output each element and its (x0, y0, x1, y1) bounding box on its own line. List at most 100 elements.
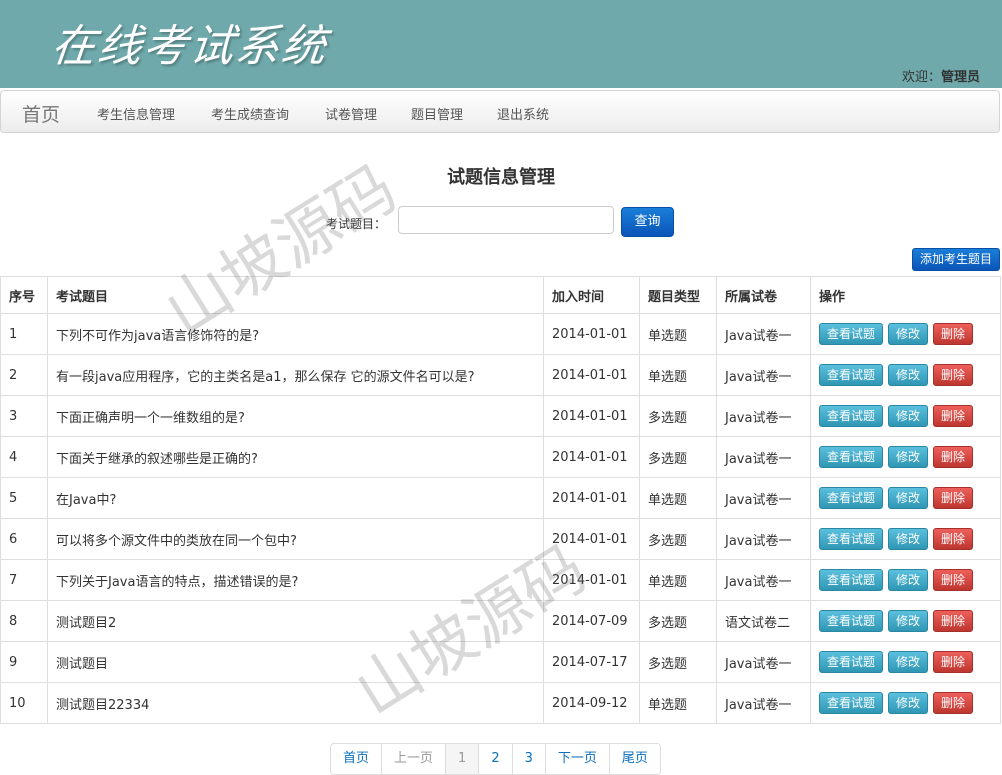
cell-date: 2014-07-17 (543, 641, 640, 683)
view-question-button[interactable]: 查看试题 (819, 610, 883, 632)
col-header-title: 考试题目 (47, 276, 544, 314)
view-question-button[interactable]: 查看试题 (819, 364, 883, 386)
cell-no: 4 (0, 436, 48, 478)
view-question-button[interactable]: 查看试题 (819, 528, 883, 550)
search-button[interactable]: 查询 (621, 207, 674, 237)
pager-page-2[interactable]: 2 (478, 744, 512, 774)
pagination: 首页 上一页 1 2 3 下一页 尾页 (330, 743, 661, 775)
delete-question-button[interactable]: 删除 (933, 364, 973, 386)
nav-item-student-info[interactable]: 考生信息管理 (97, 104, 175, 123)
welcome-text: 欢迎：管理员 (902, 66, 980, 85)
view-question-button[interactable]: 查看试题 (819, 692, 883, 714)
cell-type: 多选题 (639, 395, 717, 437)
cell-date: 2014-01-01 (543, 354, 640, 396)
view-question-button[interactable]: 查看试题 (819, 487, 883, 509)
cell-date: 2014-09-12 (543, 682, 640, 724)
pager-page-1[interactable]: 1 (445, 744, 479, 774)
cell-title: 测试题目22334 (47, 682, 544, 724)
edit-question-button[interactable]: 修改 (888, 528, 928, 550)
delete-question-button[interactable]: 删除 (933, 692, 973, 714)
table-row: 4 下面关于继承的叙述哪些是正确的? 2014-01-01 多选题 Java试卷一 查看试… (0, 436, 1001, 478)
edit-question-button[interactable]: 修改 (888, 364, 928, 386)
cell-type: 多选题 (639, 518, 717, 560)
cell-no: 2 (0, 354, 48, 396)
cell-title: 下列关于Java语言的特点，描述错误的是? (47, 559, 544, 601)
cell-paper: 语文试卷二 (716, 600, 811, 642)
cell-title: 在Java中? (47, 477, 544, 519)
nav-item-logout[interactable]: 退出系统 (497, 104, 549, 123)
pager-next[interactable]: 下一页 (544, 744, 609, 774)
view-question-button[interactable]: 查看试题 (819, 405, 883, 427)
cell-paper: Java试卷一 (716, 518, 811, 560)
cell-title: 测试题目2 (47, 600, 544, 642)
table-row: 9 测试题目 2014-07-17 多选题 Java试卷一 查看试题 修改 删除 (0, 641, 1001, 683)
pager-first[interactable]: 首页 (331, 744, 382, 774)
pager-prev[interactable]: 上一页 (381, 744, 446, 774)
cell-paper: Java试卷一 (716, 559, 811, 601)
cell-paper: Java试卷一 (716, 313, 811, 355)
question-table: 序号 考试题目 加入时间 题目类型 所属试卷 操作 1 下列不可作为java语言修… (0, 276, 1001, 724)
cell-type: 单选题 (639, 313, 717, 355)
edit-question-button[interactable]: 修改 (888, 487, 928, 509)
cell-no: 7 (0, 559, 48, 601)
view-question-button[interactable]: 查看试题 (819, 651, 883, 673)
delete-question-button[interactable]: 删除 (933, 323, 973, 345)
delete-question-button[interactable]: 删除 (933, 487, 973, 509)
table-row: 8 测试题目2 2014-07-09 多选题 语文试卷二 查看试题 修改 删除 (0, 600, 1001, 642)
nav-item-score-query[interactable]: 考生成绩查询 (211, 104, 289, 123)
cell-type: 多选题 (639, 641, 717, 683)
col-header-paper: 所属试卷 (716, 276, 811, 314)
search-label: 考试题目： (326, 217, 387, 231)
cell-date: 2014-01-01 (543, 313, 640, 355)
col-header-type: 题目类型 (639, 276, 717, 314)
cell-actions: 查看试题 修改 删除 (810, 641, 1001, 683)
cell-paper: Java试卷一 (716, 395, 811, 437)
edit-question-button[interactable]: 修改 (888, 692, 928, 714)
nav-item-paper-manage[interactable]: 试卷管理 (325, 104, 377, 123)
cell-no: 10 (0, 682, 48, 724)
cell-actions: 查看试题 修改 删除 (810, 600, 1001, 642)
delete-question-button[interactable]: 删除 (933, 610, 973, 632)
edit-question-button[interactable]: 修改 (888, 610, 928, 632)
edit-question-button[interactable]: 修改 (888, 651, 928, 673)
pager-last[interactable]: 尾页 (608, 744, 660, 774)
delete-question-button[interactable]: 删除 (933, 569, 973, 591)
table-row: 3 下面正确声明一个一维数组的是? 2014-01-01 多选题 Java试卷一 查看试题… (0, 395, 1001, 437)
view-question-button[interactable]: 查看试题 (819, 446, 883, 468)
edit-question-button[interactable]: 修改 (888, 446, 928, 468)
cell-actions: 查看试题 修改 删除 (810, 313, 1001, 355)
cell-type: 单选题 (639, 477, 717, 519)
cell-type: 单选题 (639, 559, 717, 601)
cell-no: 8 (0, 600, 48, 642)
cell-date: 2014-01-01 (543, 436, 640, 478)
cell-date: 2014-01-01 (543, 395, 640, 437)
cell-no: 6 (0, 518, 48, 560)
search-input[interactable] (398, 206, 614, 234)
cell-paper: Java试卷一 (716, 641, 811, 683)
cell-paper: Java试卷一 (716, 436, 811, 478)
delete-question-button[interactable]: 删除 (933, 446, 973, 468)
delete-question-button[interactable]: 删除 (933, 651, 973, 673)
main-navbar: 首页 考生信息管理 考生成绩查询 试卷管理 题目管理 退出系统 (0, 90, 1000, 133)
delete-question-button[interactable]: 删除 (933, 528, 973, 550)
cell-actions: 查看试题 修改 删除 (810, 395, 1001, 437)
edit-question-button[interactable]: 修改 (888, 569, 928, 591)
view-question-button[interactable]: 查看试题 (819, 569, 883, 591)
cell-paper: Java试卷一 (716, 477, 811, 519)
delete-question-button[interactable]: 删除 (933, 405, 973, 427)
nav-item-question-manage[interactable]: 题目管理 (411, 104, 463, 123)
cell-no: 5 (0, 477, 48, 519)
nav-home-link[interactable]: 首页 (22, 100, 60, 127)
view-question-button[interactable]: 查看试题 (819, 323, 883, 345)
cell-title: 有一段java应用程序，它的主类名是a1，那么保存 它的源文件名可以是? (47, 354, 544, 396)
cell-actions: 查看试题 修改 删除 (810, 436, 1001, 478)
edit-question-button[interactable]: 修改 (888, 323, 928, 345)
add-question-button[interactable]: 添加考生题目 (912, 248, 1000, 271)
edit-question-button[interactable]: 修改 (888, 405, 928, 427)
pager-page-3[interactable]: 3 (511, 744, 545, 774)
cell-no: 1 (0, 313, 48, 355)
cell-no: 3 (0, 395, 48, 437)
table-row: 6 可以将多个源文件中的类放在同一个包中? 2014-01-01 多选题 Java试卷一… (0, 518, 1001, 560)
page-title: 试题信息管理 (447, 167, 555, 188)
cell-title: 可以将多个源文件中的类放在同一个包中? (47, 518, 544, 560)
